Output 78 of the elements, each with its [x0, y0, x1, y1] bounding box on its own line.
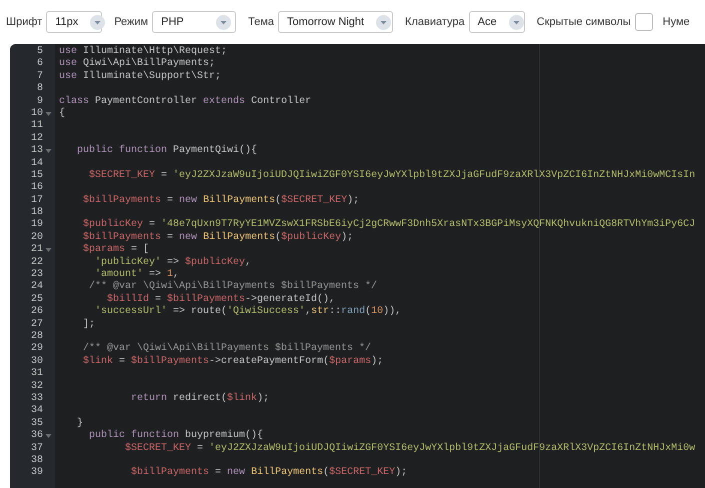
line-number: 29 [30, 343, 43, 356]
dropdown-caret-icon[interactable] [216, 14, 232, 30]
line-number: 21 [30, 244, 43, 257]
line-number: 35 [30, 418, 43, 430]
control-label: Шрифт [6, 14, 42, 30]
fold-arrow-icon[interactable] [45, 148, 52, 154]
line-number: 14 [30, 158, 43, 170]
dropdown-caret-icon[interactable] [90, 14, 106, 30]
control-label: Скрытые символы [536, 14, 631, 30]
control-label: Тема [248, 14, 274, 30]
line-number: 34 [30, 405, 43, 418]
dropdown-select[interactable]: 11px [46, 11, 102, 33]
fold-arrow-icon[interactable] [45, 247, 52, 254]
control-label: Клавиатура [405, 14, 465, 30]
line-number: 8 [36, 83, 43, 96]
code-line: $params = [ [82, 244, 150, 256]
line-number: 24 [30, 281, 43, 294]
line-number: 6 [36, 58, 43, 71]
code-line: $SECRET_KEY = 'eyJ2ZXJzaW9uIjoiUDJQIiwiZGF0YSI6eyJwYXlpbl9tZXJjaGFudF9zaXRlX3VpZCI6InZtNHJxMi0w [124, 442, 696, 455]
line-number: 30 [30, 356, 43, 368]
code-line: public function PaymentQiwi(){ [76, 145, 258, 158]
line-number: 38 [30, 454, 43, 467]
line-number: 20 [30, 232, 43, 244]
code-line: $SECRET_KEY = 'eyJ2ZXJzaW9uIjoiUDJQIiwiZGF0YSI6eyJwYXlpbl9tZXJjaGFudF9zaXRlX3VpZCI6InZtNHJxMi0wMCIsIn [88, 170, 696, 182]
code-line: $billPayments = new BillPayments($SECRET_KEY); [130, 467, 408, 480]
line-number: 5 [36, 46, 43, 58]
dropdown-caret-icon[interactable] [508, 14, 524, 30]
code-line: use Illuminate\Support\Str; [58, 70, 222, 84]
line-number: 17 [30, 194, 43, 207]
fold-arrow-icon[interactable] [45, 433, 52, 440]
line-number: 28 [30, 330, 43, 343]
dropdown-caret-icon[interactable] [376, 14, 392, 30]
code-line: 'publicKey' => $publicKey, [94, 256, 252, 268]
control-label: Режим [114, 14, 148, 30]
line-number: 32 [30, 380, 43, 393]
code-line: 'amount' => 1, [94, 269, 180, 280]
line-number: 12 [30, 132, 43, 145]
line-number: 37 [30, 442, 43, 455]
code-line: ]; [82, 318, 96, 331]
code-line: $billPayments = new BillPayments($SECRET_KEY); [82, 194, 360, 208]
code-line: $link = $billPayments->createPaymentForm($params); [82, 356, 384, 368]
code-line: $billPayments = new BillPayments($publicKey); [82, 232, 354, 244]
dropdown-select[interactable]: PHP [152, 11, 236, 33]
line-number: 36 [30, 430, 43, 443]
code-line: /** @var \Qiwi\Api\BillPayments $billPayments */ [88, 281, 378, 294]
line-number: 33 [30, 392, 43, 405]
code-line: /** @var \Qiwi\Api\BillPayments $billPayments */ [82, 343, 372, 356]
line-number: 10 [30, 108, 43, 120]
line-number: 31 [30, 368, 43, 381]
code-line: use Qiwi\Api\BillPayments; [58, 58, 216, 70]
line-number: 13 [30, 145, 43, 158]
code-line: class PaymentController extends Controller [58, 96, 312, 108]
code-line: use Illuminate\Http\Request; [58, 46, 228, 58]
line-number: 22 [30, 256, 43, 269]
code-line: } [76, 418, 84, 430]
line-number: 27 [30, 318, 43, 331]
code-line: $publicKey = '48e7qUxn9T7RyYE1MVZswX1FRSbE6iyCj2gCRwwF3Dnh5XrasNTx3BGPiMsyXQFNKQhvukniQG8RTVhYm3iPy6CJ [82, 219, 696, 232]
fold-arrow-icon[interactable] [45, 111, 52, 118]
code-line: return redirect($link); [130, 392, 270, 406]
checkbox[interactable] [634, 13, 653, 31]
line-number: 7 [36, 70, 43, 83]
code-line: $billId = $billPayments->generateId(), [106, 294, 336, 306]
line-number: 16 [30, 182, 43, 195]
line-number: 25 [30, 294, 43, 306]
control-label: Нуме [662, 14, 690, 30]
line-number: 18 [30, 207, 43, 219]
code-line: 'successUrl' => route('QiwiSuccess',str::rand(10)), [94, 306, 402, 319]
line-number: 9 [36, 96, 43, 108]
code-line: { [58, 108, 66, 120]
code-line: public function buypremium(){ [88, 430, 264, 442]
dropdown-select[interactable]: Ace [468, 11, 525, 33]
line-number: 26 [30, 306, 43, 319]
dropdown-select[interactable]: Tomorrow Night [278, 11, 394, 33]
line-number: 39 [30, 467, 43, 480]
line-number: 15 [30, 170, 43, 182]
line-number: 19 [30, 219, 43, 232]
line-number: 23 [30, 269, 43, 281]
line-number: 11 [30, 120, 43, 133]
